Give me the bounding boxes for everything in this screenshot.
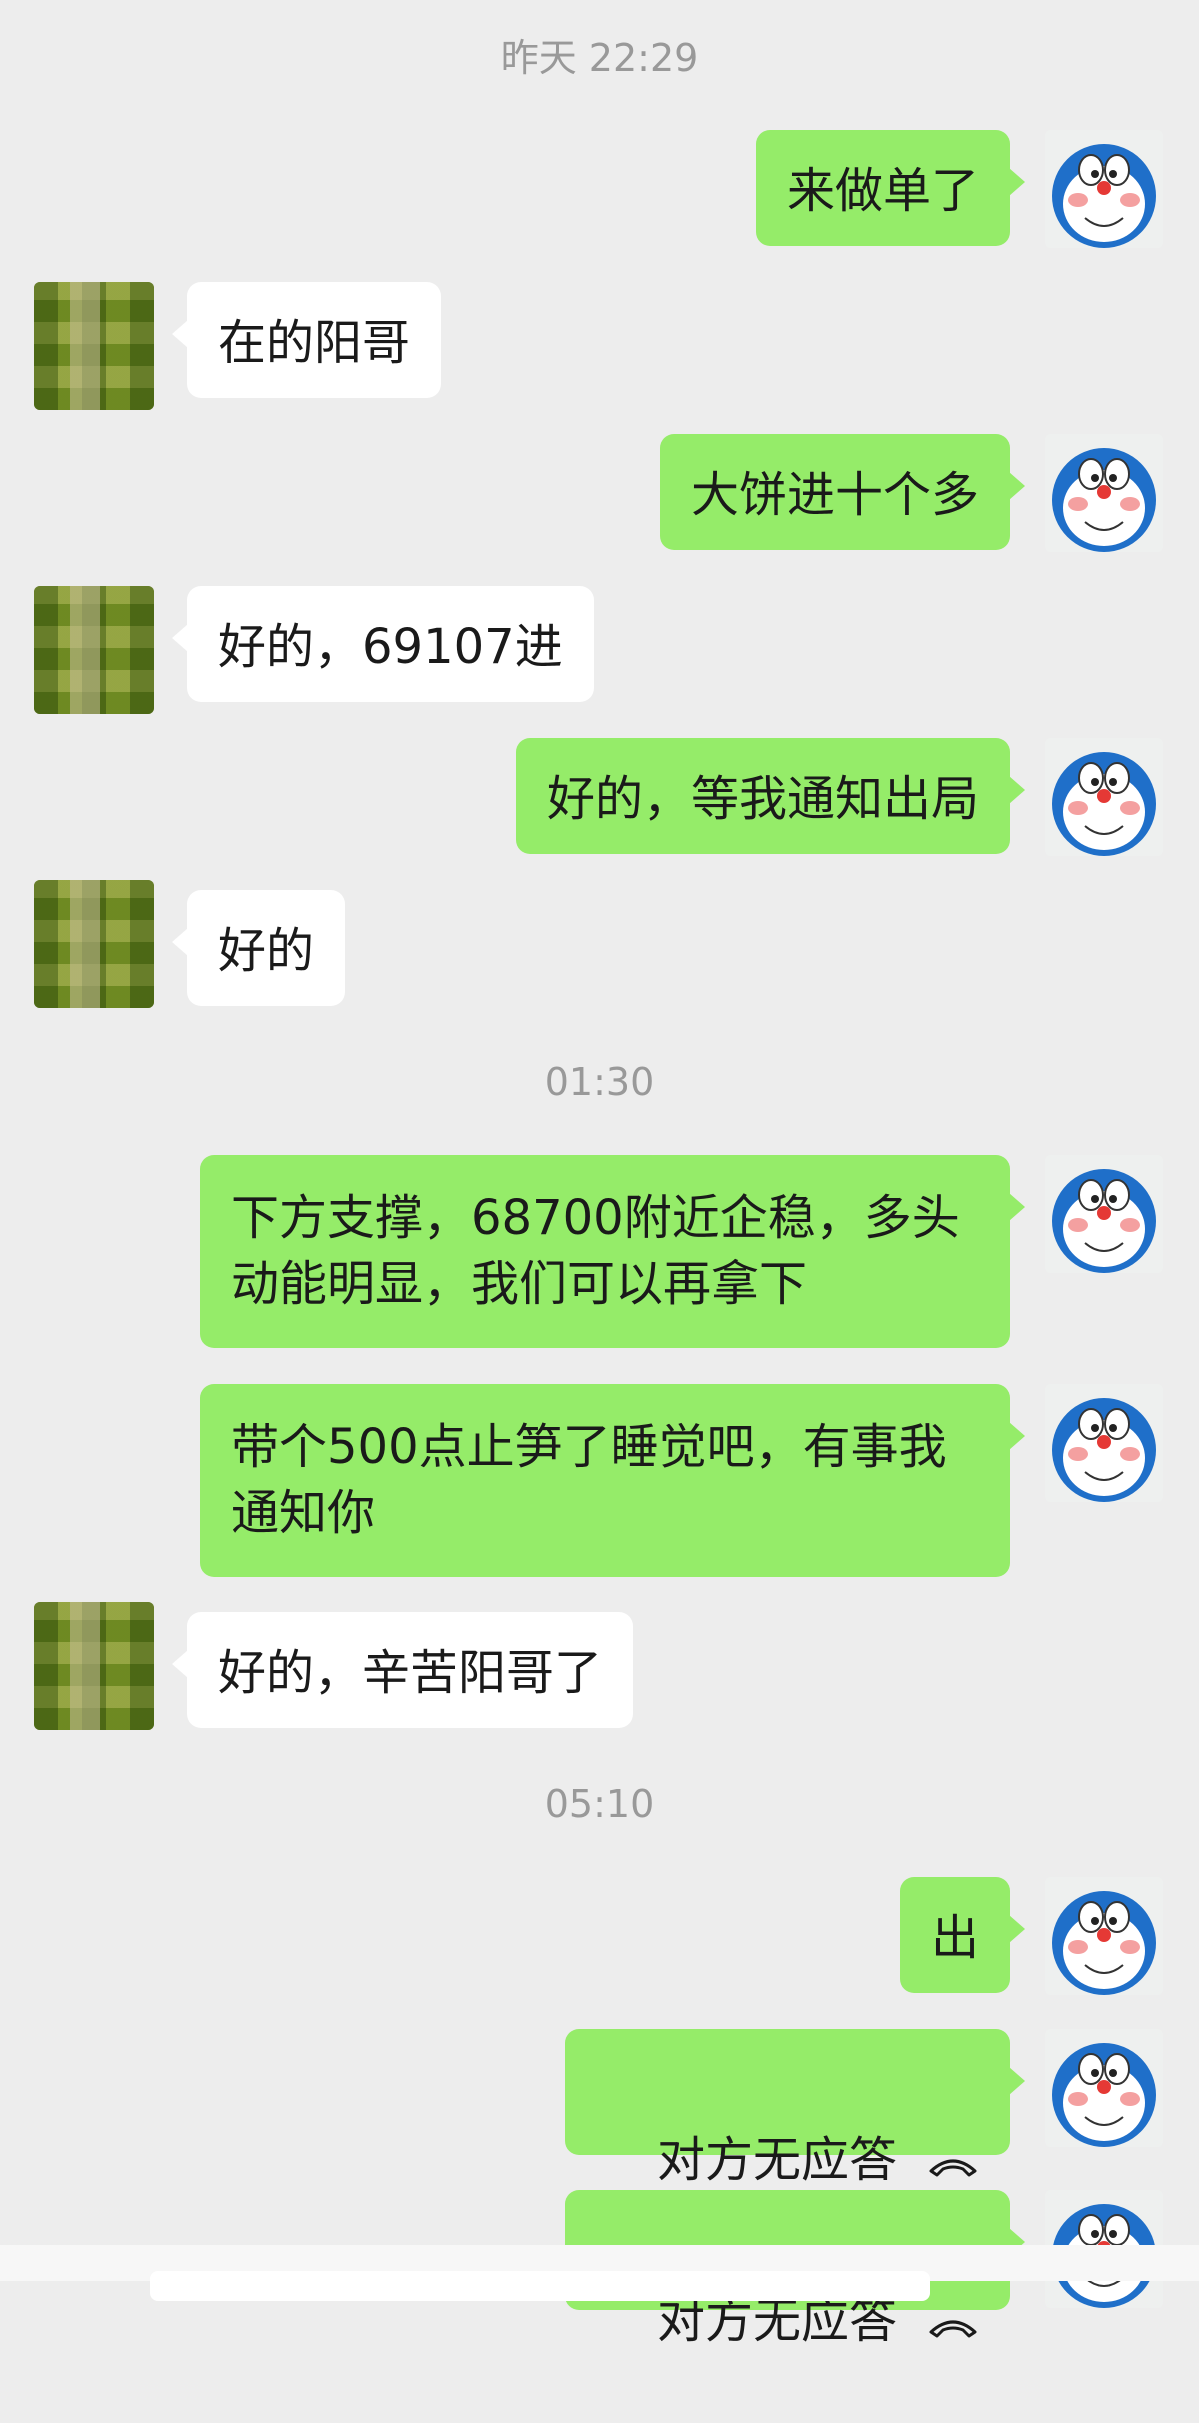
message-bubble-sent[interactable]: 好的，等我通知出局 — [515, 738, 1026, 854]
doraemon-icon — [1045, 130, 1163, 248]
self-avatar[interactable] — [1045, 1877, 1163, 1995]
message-bubble-sent[interactable]: 出 — [899, 1877, 1026, 1993]
call-status-label: 对方无应答 — [656, 2132, 897, 2188]
chat-area[interactable]: 昨天 22:29 来做单了 在的阳哥 大饼进十个多 好的，69107进 好的，等… — [0, 0, 1199, 2349]
doraemon-icon — [1045, 738, 1163, 856]
message-bubble-received[interactable]: 好的，辛苦阳哥了 — [171, 1612, 634, 1728]
message-bubble-received[interactable]: 在的阳哥 — [171, 282, 442, 398]
message-bubble-sent[interactable]: 下方支撑，68700附近企稳，多头 动能明显，我们可以再拿下 — [200, 1155, 1025, 1348]
input-bar — [0, 2245, 1199, 2301]
doraemon-icon — [1045, 1877, 1163, 1995]
pixelated-avatar-icon — [34, 880, 154, 1008]
message-bubble-received[interactable]: 好的，69107进 — [172, 586, 594, 702]
message-bubble-sent[interactable]: 带个500点止笋了睡觉吧，有事我 通知你 — [200, 1384, 1025, 1577]
contact-avatar[interactable] — [34, 1602, 154, 1730]
message-input[interactable] — [150, 2271, 930, 2301]
doraemon-icon — [1045, 1155, 1163, 1273]
self-avatar[interactable] — [1045, 434, 1163, 552]
message-bubble-received[interactable]: 好的 — [171, 890, 346, 1006]
self-avatar[interactable] — [1045, 1155, 1163, 1273]
call-status-label: 对方无应答 — [656, 2293, 897, 2349]
message-bubble-sent[interactable]: 来做单了 — [755, 130, 1026, 246]
phone-hangup-icon — [927, 2130, 979, 2196]
self-avatar[interactable] — [1045, 738, 1163, 856]
self-avatar[interactable] — [1045, 130, 1163, 248]
self-avatar[interactable] — [1045, 1384, 1163, 1502]
call-record-bubble[interactable]: 对方无应答 — [564, 2029, 1026, 2188]
contact-avatar[interactable] — [34, 282, 154, 410]
timestamp: 昨天 22:29 — [500, 36, 699, 80]
pixelated-avatar-icon — [34, 586, 154, 714]
doraemon-icon — [1045, 2029, 1163, 2147]
contact-avatar[interactable] — [34, 880, 154, 1008]
timestamp: 05:10 — [544, 1782, 655, 1826]
timestamp: 01:30 — [544, 1060, 655, 1104]
pixelated-avatar-icon — [34, 1602, 154, 1730]
doraemon-icon — [1045, 434, 1163, 552]
doraemon-icon — [1045, 1384, 1163, 1502]
contact-avatar[interactable] — [34, 586, 154, 714]
phone-hangup-icon — [927, 2291, 979, 2357]
self-avatar[interactable] — [1045, 2029, 1163, 2147]
message-bubble-sent[interactable]: 大饼进十个多 — [659, 434, 1026, 550]
pixelated-avatar-icon — [34, 282, 154, 410]
